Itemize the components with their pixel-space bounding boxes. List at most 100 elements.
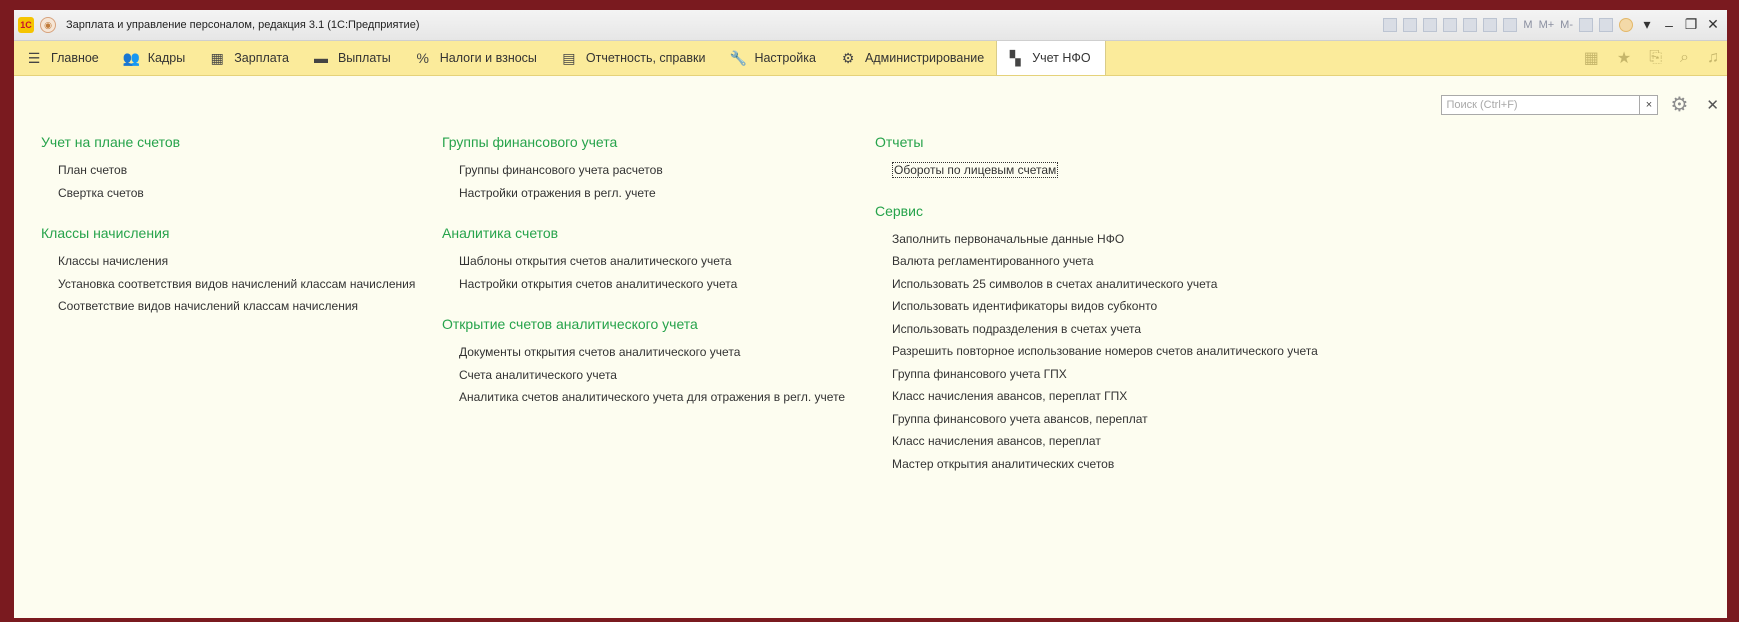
memory-button[interactable]: M xyxy=(1523,19,1532,31)
group-reports: Отчеты Обороты по лицевым счетам xyxy=(875,134,1318,185)
menubar-tools: ▦ ★ ⎘ ⌕ ♫ xyxy=(1584,41,1727,75)
nav-circle-icon[interactable]: ◉ xyxy=(40,17,56,33)
app-window: 1С ◉ Зарплата и управление персоналом, р… xyxy=(14,10,1727,618)
group-title: Классы начисления xyxy=(41,225,170,241)
link-item[interactable]: Валюта регламентированного учета xyxy=(892,253,1318,276)
close-section-icon[interactable]: ✕ xyxy=(1706,96,1719,114)
group-title: Отчеты xyxy=(875,134,924,150)
link-item[interactable]: Шаблоны открытия счетов аналитического у… xyxy=(459,253,845,276)
menu-item-label: Главное xyxy=(51,51,99,65)
report-icon: ▤ xyxy=(562,49,576,66)
calculator-icon: ▦ xyxy=(210,49,224,66)
link-item[interactable]: Аналитика счетов аналитического учета дл… xyxy=(459,389,845,412)
search-clear-button[interactable]: × xyxy=(1640,94,1659,115)
link-item[interactable]: Мастер открытия аналитических счетов xyxy=(892,456,1318,479)
print-icon[interactable] xyxy=(1403,17,1418,32)
users-icon: 👥 xyxy=(122,49,141,66)
sections-menu: ☰ Главное 👥 Кадры ▦ Зарплата ▬ Выплаты %… xyxy=(14,41,1727,76)
group-opening-analytic-accounts: Открытие счетов аналитического учета Док… xyxy=(442,316,845,412)
group-title: Открытие счетов аналитического учета xyxy=(442,316,698,332)
column-3: Отчеты Обороты по лицевым счетам Сервис … xyxy=(875,134,1318,496)
link-item[interactable]: Классы начисления xyxy=(58,253,415,276)
menu-item-main[interactable]: ☰ Главное xyxy=(14,41,111,75)
link-item[interactable]: План счетов xyxy=(58,162,415,185)
title-bar: 1С ◉ Зарплата и управление персоналом, р… xyxy=(14,10,1727,41)
section-search: × ⚙ ✕ xyxy=(1441,92,1719,117)
menu-item-salary[interactable]: ▦ Зарплата xyxy=(197,41,301,75)
restore-button[interactable]: ❐ xyxy=(1683,16,1699,33)
link-item[interactable]: Соответствие видов начислений классам на… xyxy=(58,298,415,321)
link-item[interactable]: Свертка счетов xyxy=(58,185,415,208)
title-toolbar: M M+ M- ▾ – ❐ ✕ xyxy=(1383,16,1721,33)
link-item[interactable]: Разрешить повторное использование номеро… xyxy=(892,343,1318,366)
nfo-icon: ▚ xyxy=(1009,49,1021,66)
menu-item-payments[interactable]: ▬ Выплаты xyxy=(301,41,403,75)
memory-plus-button[interactable]: M+ xyxy=(1539,19,1555,31)
apps-grid-icon[interactable]: ▦ xyxy=(1584,48,1599,68)
search-icon[interactable]: ⌕ xyxy=(1680,49,1689,67)
link-item[interactable]: Документы открытия счетов аналитического… xyxy=(459,344,845,367)
zoom-icon[interactable] xyxy=(1579,17,1593,32)
menu-item-label: Налоги и взносы xyxy=(439,51,537,65)
link-item-selected[interactable]: Обороты по лицевым счетам xyxy=(892,162,1318,185)
link-item[interactable]: Класс начисления авансов, переплат xyxy=(892,433,1318,456)
menu-item-reports[interactable]: ▤ Отчетность, справки xyxy=(549,41,718,75)
menu-dropdown-icon[interactable]: ▾ xyxy=(1639,16,1655,33)
link-item[interactable]: Установка соответствия видов начислений … xyxy=(58,276,415,299)
link-item[interactable]: Заполнить первоначальные данные НФО xyxy=(892,231,1318,254)
link-item[interactable]: Использовать идентификаторы видов субкон… xyxy=(892,298,1318,321)
calc-icon[interactable] xyxy=(1483,17,1498,32)
menu-item-label: Выплаты xyxy=(337,51,391,65)
link-item[interactable]: Настройки открытия счетов аналитического… xyxy=(459,276,845,299)
group-service: Сервис Заполнить первоначальные данные Н… xyxy=(875,203,1318,479)
minimize-button[interactable]: – xyxy=(1661,17,1677,33)
app-logo-icon[interactable]: 1С xyxy=(18,17,34,33)
link-item[interactable]: Группа финансового учета авансов, перепл… xyxy=(892,411,1318,434)
menu-item-label: Администрирование xyxy=(864,51,985,65)
group-account-analytics: Аналитика счетов Шаблоны открытия счетов… xyxy=(442,225,845,298)
memory-minus-button[interactable]: M- xyxy=(1560,19,1573,31)
window-title: Зарплата и управление персоналом, редакц… xyxy=(66,19,420,31)
link-item[interactable]: Группы финансового учета расчетов xyxy=(459,162,845,185)
wrench-icon: 🔧 xyxy=(729,49,747,66)
link-item[interactable]: Использовать подразделения в счетах учет… xyxy=(892,321,1318,344)
group-title: Учет на плане счетов xyxy=(41,134,181,150)
history-icon[interactable]: ⎘ xyxy=(1649,49,1662,67)
menu-item-nfo[interactable]: ▚ Учет НФО xyxy=(996,41,1106,75)
menu-item-label: Учет НФО xyxy=(1032,51,1091,65)
save-icon[interactable] xyxy=(1383,17,1398,32)
menu-item-settings[interactable]: 🔧 Настройка xyxy=(717,41,828,75)
link-icon[interactable] xyxy=(1443,17,1458,32)
column-2: Группы финансового учета Группы финансов… xyxy=(442,134,845,430)
menu-item-administration[interactable]: ⚙ Администрирование xyxy=(828,41,996,75)
percent-icon: % xyxy=(416,50,429,66)
link-item[interactable]: Класс начисления авансов, переплат ГПХ xyxy=(892,388,1318,411)
menu-item-personnel[interactable]: 👥 Кадры xyxy=(111,41,197,75)
menu-item-taxes[interactable]: % Налоги и взносы xyxy=(403,41,549,75)
link-label: Обороты по лицевым счетам xyxy=(892,162,1059,178)
column-1: Учет на плане счетов План счетов Свертка… xyxy=(41,134,415,339)
menu-item-label: Зарплата xyxy=(234,51,289,65)
search-input[interactable] xyxy=(1441,94,1641,115)
info-icon[interactable] xyxy=(1619,17,1633,32)
menu-item-label: Кадры xyxy=(147,51,186,65)
group-title: Сервис xyxy=(875,202,923,219)
group-accrual-classes: Классы начисления Классы начисления Уста… xyxy=(41,225,415,321)
link-item[interactable]: Группа финансового учета ГПХ xyxy=(892,366,1318,389)
settings-gear-icon[interactable]: ⚙ xyxy=(1670,92,1688,117)
group-title: Аналитика счетов xyxy=(442,225,559,241)
group-title: Группы финансового учета xyxy=(442,134,618,150)
close-window-button[interactable]: ✕ xyxy=(1705,16,1721,33)
calendar-icon[interactable] xyxy=(1503,17,1518,32)
link-item[interactable]: Использовать 25 символов в счетах аналит… xyxy=(892,276,1318,299)
preview-icon[interactable] xyxy=(1423,17,1438,32)
menu-item-label: Отчетность, справки xyxy=(585,51,706,65)
favorites-star-icon[interactable]: ★ xyxy=(1617,48,1631,68)
link-item[interactable]: Счета аналитического учета xyxy=(459,367,845,390)
gear-icon: ⚙ xyxy=(841,49,855,66)
panel-icon[interactable] xyxy=(1599,17,1613,32)
notifications-bell-icon[interactable]: ♫ xyxy=(1707,49,1719,67)
menu-item-label: Настройка xyxy=(754,51,816,65)
copy-icon[interactable] xyxy=(1463,17,1478,32)
link-item[interactable]: Настройки отражения в регл. учете xyxy=(459,185,845,208)
